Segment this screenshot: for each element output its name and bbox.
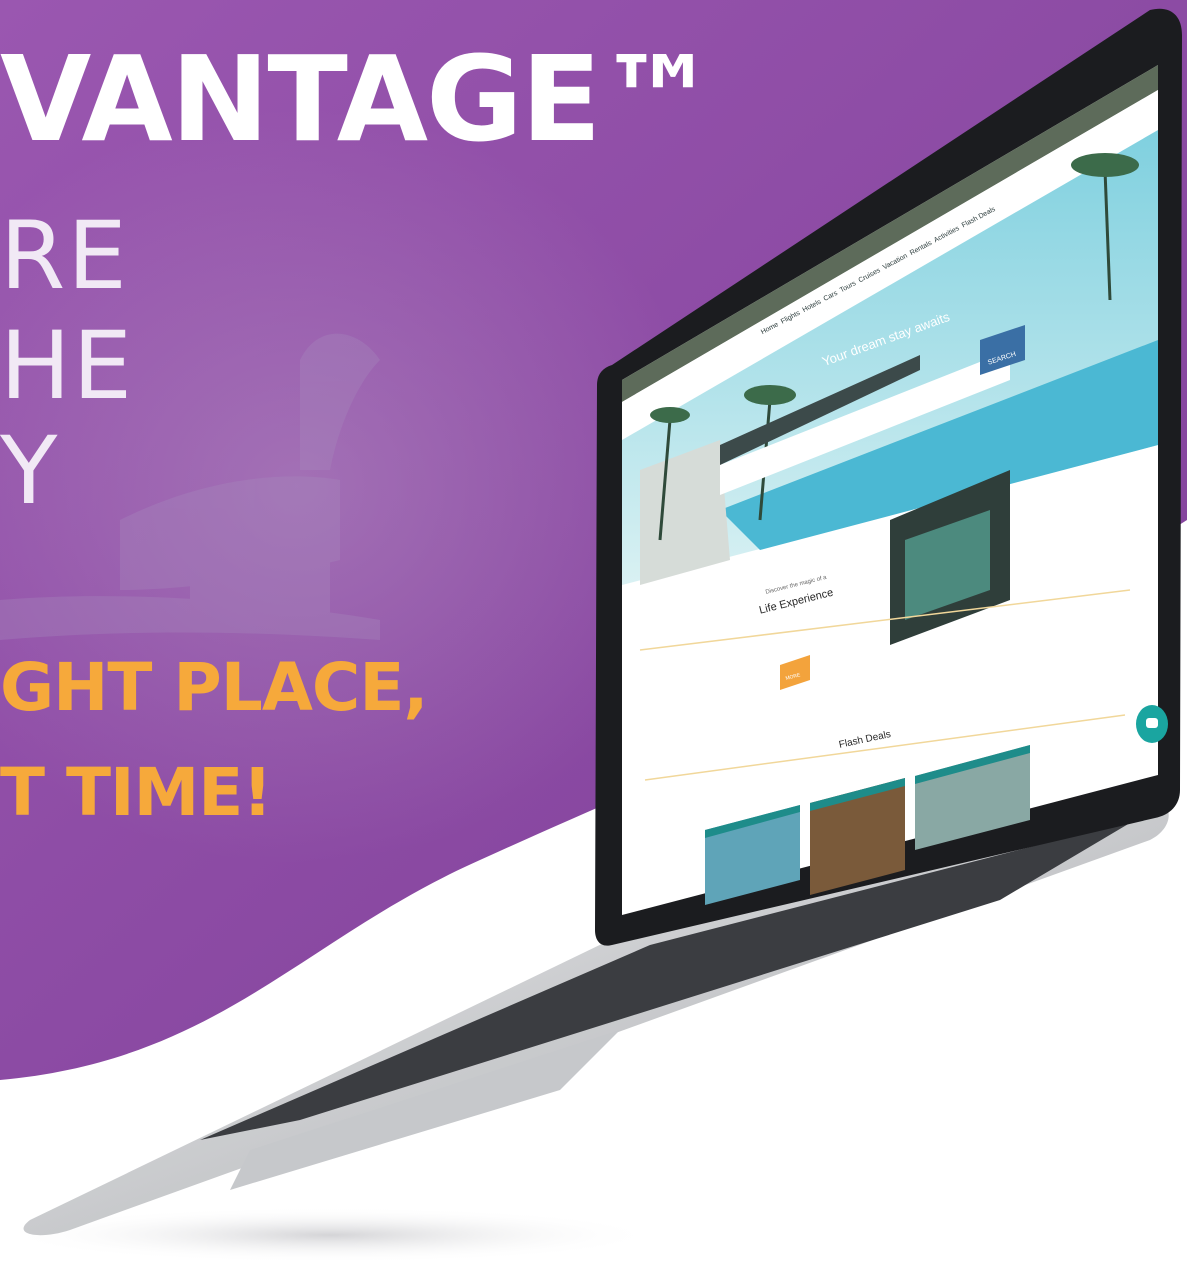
- laptop-mockup: [0, 0, 1187, 1265]
- chat-icon[interactable]: [1136, 705, 1168, 743]
